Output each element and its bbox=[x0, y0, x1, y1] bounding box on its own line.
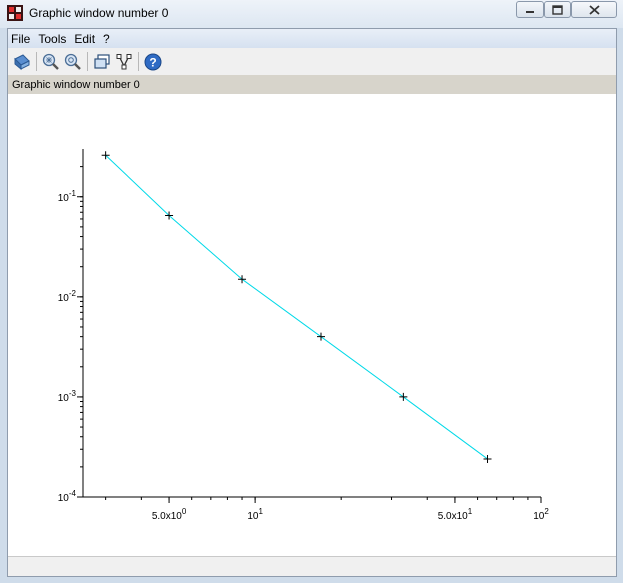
data-point-marker bbox=[483, 454, 492, 463]
editor-icon bbox=[116, 53, 131, 69]
unzoom-button[interactable] bbox=[62, 51, 83, 72]
help-button[interactable]: ? bbox=[142, 51, 163, 72]
scilab-app-icon bbox=[7, 5, 23, 21]
figure-info-bar: Graphic window number 0 bbox=[8, 75, 616, 94]
y-tick-label: 10-4 bbox=[58, 489, 77, 504]
loglog-plot: 5.0x100 101 5.0x101 102 10-1 10-2 10-3 10-4 bbox=[58, 149, 549, 522]
data-series-line bbox=[105, 154, 488, 460]
zoom-button[interactable] bbox=[40, 51, 61, 72]
x-tick-label: 102 bbox=[533, 507, 549, 522]
window-title: Graphic window number 0 bbox=[29, 6, 169, 20]
zoom-icon bbox=[42, 53, 59, 70]
menu-help[interactable]: ? bbox=[103, 32, 110, 46]
menu-tools[interactable]: Tools bbox=[38, 32, 66, 46]
data-point-marker bbox=[399, 392, 408, 401]
minimize-button[interactable] bbox=[516, 1, 544, 18]
data-point-marker bbox=[316, 332, 325, 341]
y-tick-label: 10-3 bbox=[58, 389, 77, 404]
x-tick-label: 5.0x101 bbox=[438, 507, 473, 522]
maximize-button[interactable] bbox=[544, 1, 571, 18]
menu-bar: File Tools Edit ? bbox=[8, 29, 616, 48]
unzoom-icon bbox=[64, 53, 81, 70]
status-bar bbox=[8, 556, 616, 576]
toolbar: ? bbox=[8, 48, 616, 75]
x-tick-label: 5.0x100 bbox=[152, 507, 187, 522]
close-button[interactable] bbox=[571, 1, 617, 18]
plot-canvas[interactable]: 5.0x100 101 5.0x101 102 10-1 10-2 10-3 10-4 bbox=[8, 94, 616, 556]
datatip-icon bbox=[93, 53, 110, 69]
help-icon: ? bbox=[144, 53, 161, 70]
graphic-window: File Tools Edit ? ? Graphic window numbe… bbox=[7, 28, 617, 577]
menu-file[interactable]: File bbox=[11, 32, 30, 46]
toolbar-separator bbox=[138, 52, 139, 71]
toolbar-separator bbox=[87, 52, 88, 71]
title-bar: Graphic window number 0 bbox=[0, 0, 623, 28]
maximize-icon bbox=[552, 4, 563, 15]
svg-text:?: ? bbox=[149, 55, 156, 69]
rotate-icon bbox=[13, 53, 30, 70]
close-icon bbox=[588, 4, 600, 15]
datatip-button[interactable] bbox=[91, 51, 112, 72]
figure-info-label: Graphic window number 0 bbox=[12, 79, 140, 91]
toolbar-separator bbox=[36, 52, 37, 71]
x-tick-label: 101 bbox=[247, 507, 263, 522]
editor-button[interactable] bbox=[113, 51, 134, 72]
y-tick-label: 10-2 bbox=[58, 289, 77, 304]
y-tick-label: 10-1 bbox=[58, 189, 77, 204]
minimize-icon bbox=[526, 10, 534, 13]
rotate-button[interactable] bbox=[11, 51, 32, 72]
menu-edit[interactable]: Edit bbox=[74, 32, 95, 46]
